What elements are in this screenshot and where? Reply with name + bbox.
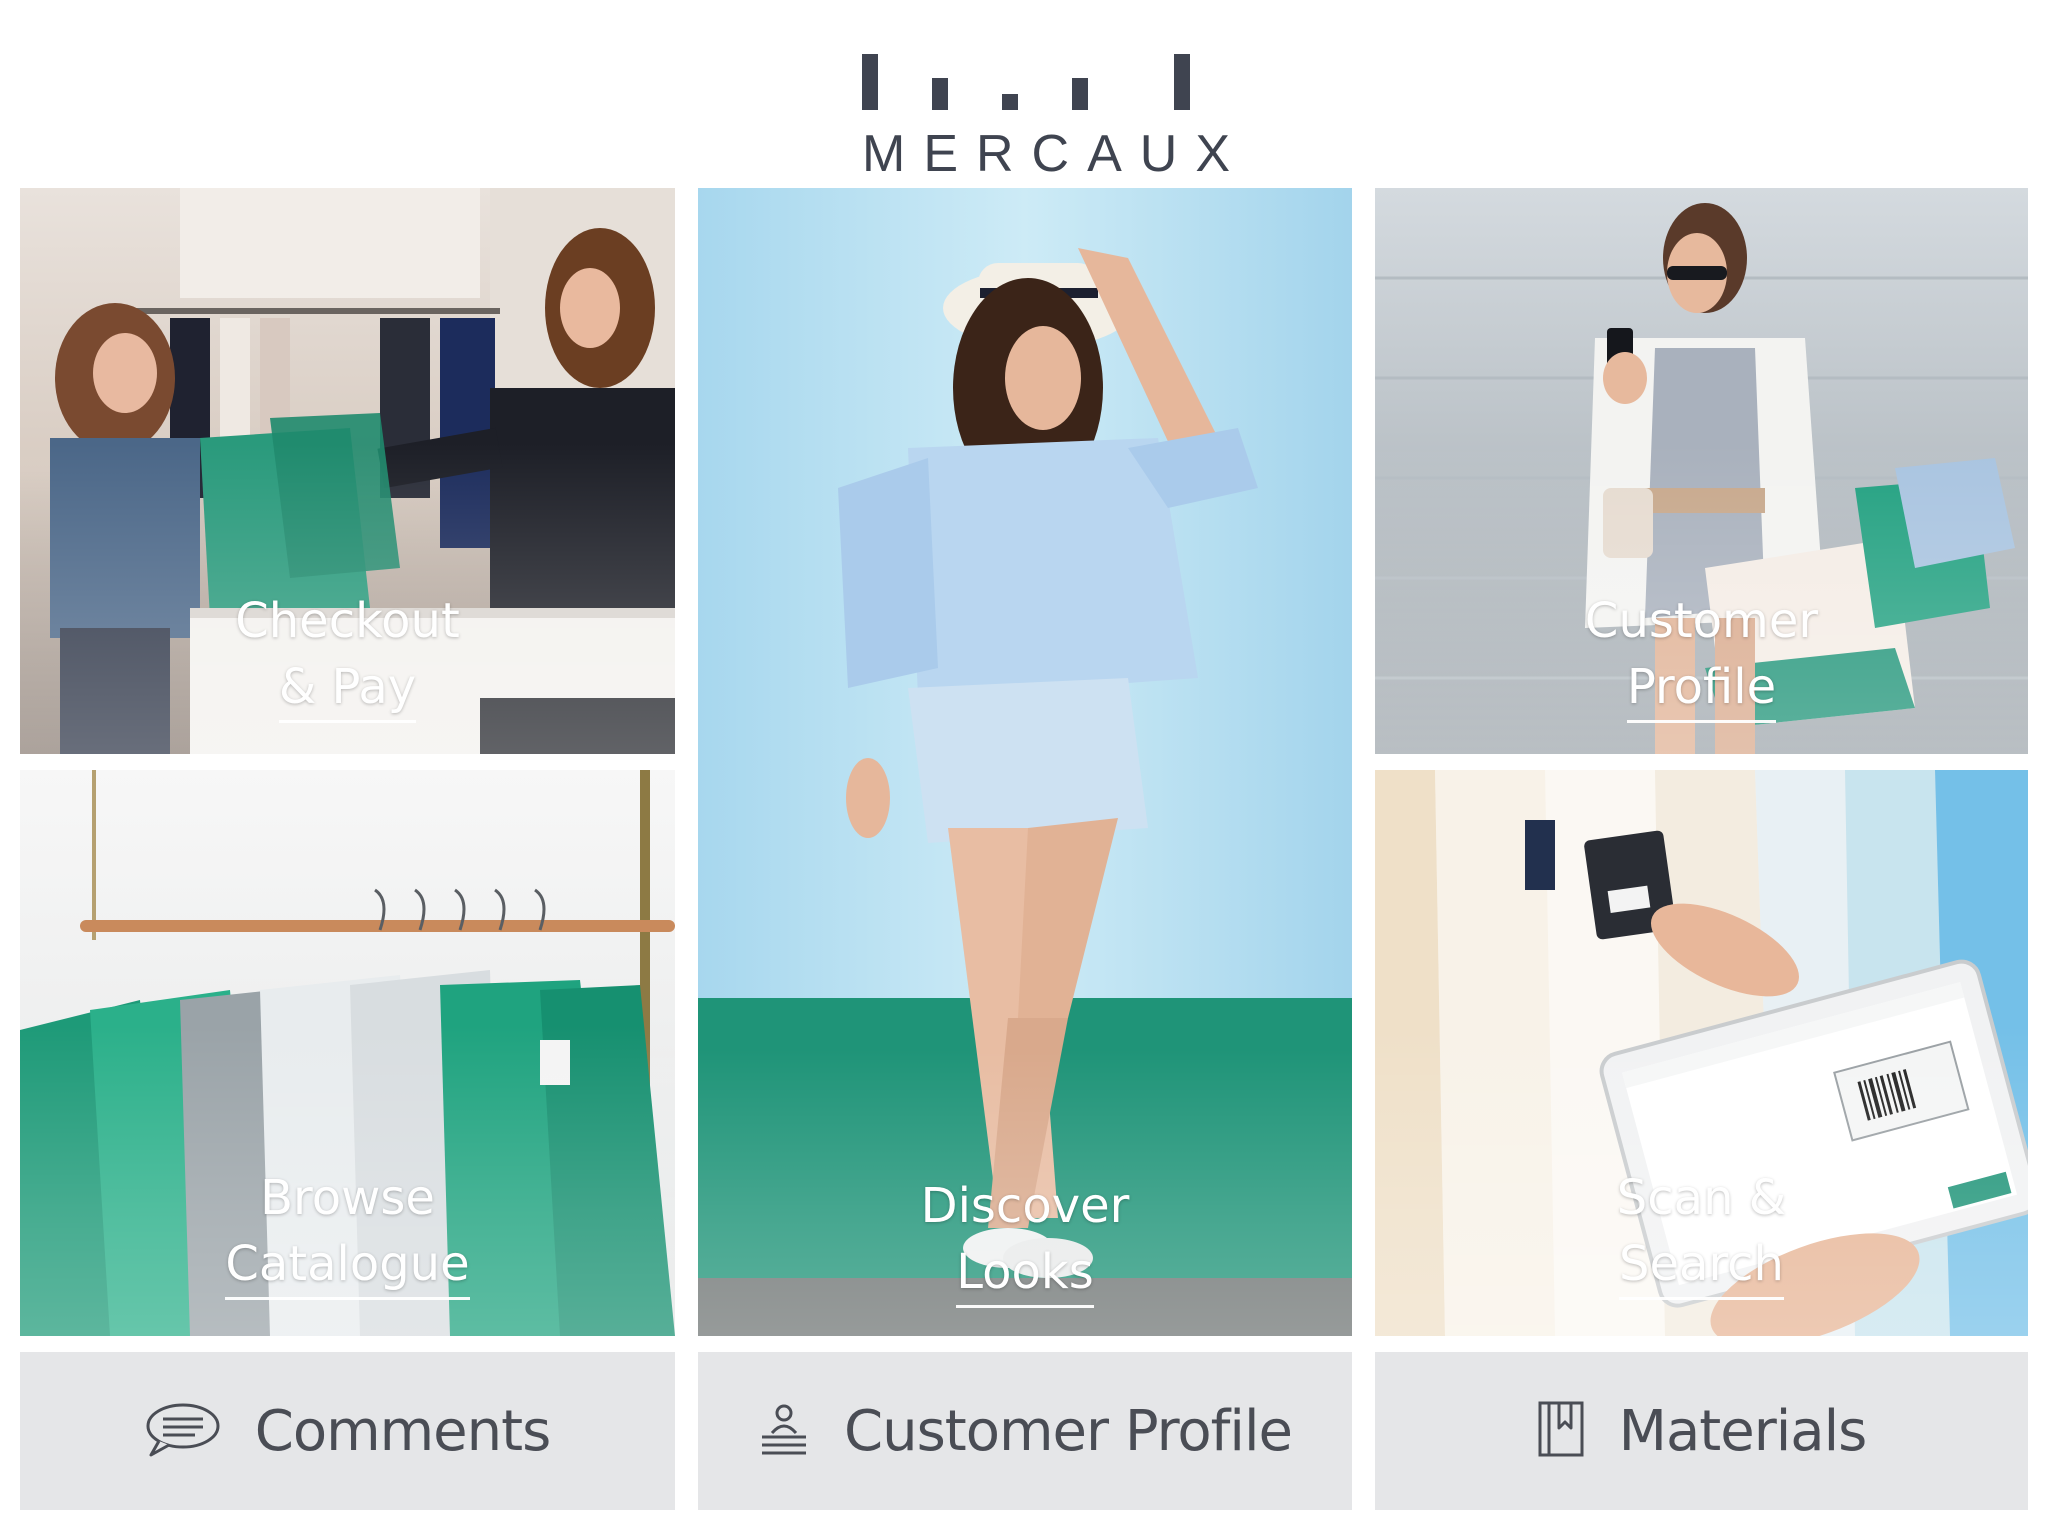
person-stack-icon — [758, 1401, 810, 1462]
speech-bubble-icon — [145, 1401, 221, 1462]
tile-label-line2: Catalogue — [225, 1231, 470, 1300]
tile-label: Browse Catalogue — [20, 1165, 675, 1300]
materials-button[interactable]: Materials — [1375, 1352, 2028, 1510]
tile-scan-search[interactable]: Scan & Search — [1375, 770, 2028, 1336]
tile-browse-catalogue[interactable]: Browse Catalogue — [20, 770, 675, 1336]
tile-label-line1: Browse — [260, 1170, 435, 1226]
tile-label-line1: Checkout — [235, 593, 460, 649]
tile-label: Customer Profile — [1375, 588, 2028, 723]
tile-label-line2: & Pay — [278, 654, 417, 723]
customer-profile-button[interactable]: Customer Profile — [698, 1352, 1352, 1510]
materials-label: Materials — [1618, 1398, 1868, 1464]
tile-label-line1: Discover — [920, 1178, 1130, 1234]
tile-label-line1: Scan & — [1616, 1170, 1787, 1226]
comments-label: Comments — [254, 1398, 552, 1464]
tile-label-line2: Search — [1619, 1231, 1784, 1300]
tile-label: Scan & Search — [1375, 1165, 2028, 1300]
brand-name: MERCAUX — [862, 125, 1249, 183]
tile-label-line2: Looks — [956, 1239, 1094, 1308]
comments-button[interactable]: Comments — [20, 1352, 675, 1510]
mercaux-logo: MERCAUX — [850, 48, 1230, 180]
bookmark-book-icon — [1537, 1400, 1585, 1463]
tile-label-line1: Customer — [1584, 593, 1819, 649]
tile-label-line2: Profile — [1626, 654, 1777, 723]
tile-label: Checkout & Pay — [20, 588, 675, 723]
logo-bars-icon — [862, 52, 1192, 110]
tile-customer-profile[interactable]: Customer Profile — [1375, 188, 2028, 754]
tile-label: Discover Looks — [698, 1173, 1352, 1308]
tile-checkout-pay[interactable]: Checkout & Pay — [20, 188, 675, 754]
tile-discover-looks[interactable]: Discover Looks — [698, 188, 1352, 1336]
customer-profile-label: Customer Profile — [844, 1398, 1293, 1464]
